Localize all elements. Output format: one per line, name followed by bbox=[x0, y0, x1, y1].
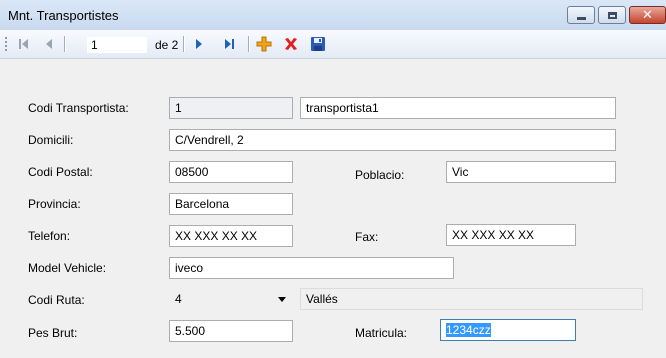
fax-field[interactable] bbox=[446, 224, 576, 246]
pes-brut-field[interactable] bbox=[169, 320, 293, 342]
telefon-field[interactable] bbox=[169, 225, 293, 247]
codi-ruta-label: Codi Ruta: bbox=[28, 293, 85, 307]
delete-icon bbox=[285, 38, 297, 50]
toolbar-grip[interactable] bbox=[5, 37, 7, 51]
move-next-button[interactable] bbox=[191, 36, 207, 52]
codi-postal-label: Codi Postal: bbox=[28, 165, 93, 179]
provincia-label: Provincia: bbox=[28, 197, 81, 211]
poblacio-label: Poblacio: bbox=[355, 168, 405, 182]
delete-button[interactable] bbox=[282, 36, 300, 52]
codi-ruta-value: 4 bbox=[175, 292, 182, 306]
provincia-field[interactable] bbox=[169, 193, 293, 215]
model-vehicle-label: Model Vehicle: bbox=[28, 261, 107, 275]
position-input[interactable] bbox=[87, 37, 147, 53]
save-button[interactable] bbox=[309, 36, 327, 52]
telefon-label: Telefon: bbox=[28, 229, 71, 243]
toolbar-separator bbox=[183, 36, 185, 52]
transportista-name-field[interactable] bbox=[300, 97, 616, 119]
move-next-icon bbox=[196, 39, 202, 49]
minimize-icon bbox=[576, 16, 586, 20]
window-title: Mnt. Transportistes bbox=[8, 8, 119, 23]
maximize-button[interactable] bbox=[598, 6, 626, 24]
codi-postal-field[interactable] bbox=[169, 161, 293, 183]
count-label: de 2 bbox=[155, 38, 179, 52]
close-button[interactable]: ✕ bbox=[629, 6, 666, 24]
move-last-icon bbox=[224, 39, 231, 49]
matricula-selected-text: 1234czz bbox=[446, 323, 491, 337]
move-previous-button[interactable] bbox=[41, 36, 57, 52]
binding-navigator-toolbar: de 2 bbox=[0, 30, 666, 59]
codi-transportista-label: Codi Transportista: bbox=[28, 101, 129, 115]
codi-transportista-field[interactable] bbox=[169, 97, 293, 119]
add-icon bbox=[256, 36, 272, 52]
move-first-icon bbox=[18, 39, 21, 49]
move-last-button[interactable] bbox=[221, 36, 237, 52]
transportistes-window: Mnt. Transportistes ✕ de 2 bbox=[0, 0, 666, 358]
close-icon: ✕ bbox=[642, 7, 653, 23]
maximize-icon bbox=[607, 11, 617, 19]
toolbar-separator bbox=[64, 36, 66, 52]
route-name-field: Vallés bbox=[300, 288, 643, 310]
toolbar-separator bbox=[248, 36, 250, 52]
chevron-down-icon[interactable] bbox=[278, 297, 286, 302]
pes-brut-label: Pes Brut: bbox=[28, 326, 78, 340]
add-new-button[interactable] bbox=[255, 36, 273, 52]
move-previous-icon bbox=[46, 39, 52, 49]
model-vehicle-field[interactable] bbox=[169, 257, 454, 279]
matricula-field[interactable]: 1234czz bbox=[440, 319, 576, 341]
minimize-button[interactable] bbox=[567, 6, 595, 24]
domicili-field[interactable] bbox=[169, 129, 616, 151]
route-name-value: Vallés bbox=[306, 292, 338, 306]
move-first-button[interactable] bbox=[15, 36, 31, 52]
fax-label: Fax: bbox=[355, 230, 379, 244]
codi-ruta-combobox[interactable]: 4 bbox=[169, 288, 293, 310]
title-bar: Mnt. Transportistes ✕ bbox=[0, 0, 666, 31]
save-icon bbox=[311, 37, 325, 51]
matricula-label: Matricula: bbox=[355, 326, 408, 340]
domicili-label: Domicili: bbox=[28, 133, 74, 147]
poblacio-field[interactable] bbox=[446, 161, 616, 183]
